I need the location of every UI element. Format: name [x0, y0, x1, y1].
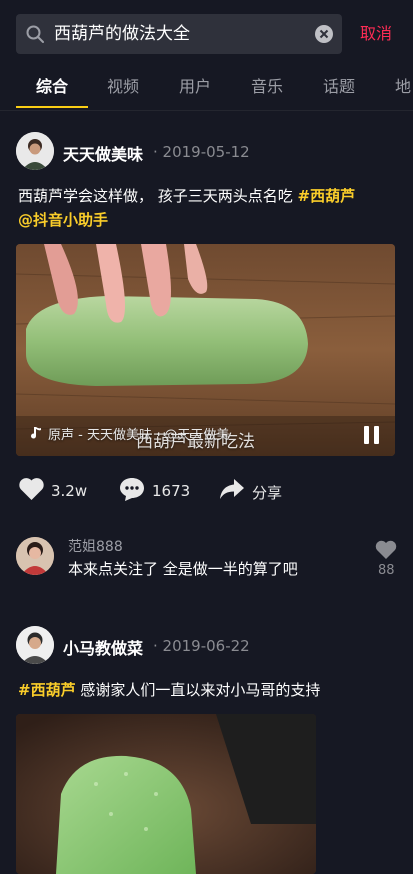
- search-bar[interactable]: 西葫芦的做法大全: [16, 14, 342, 54]
- author-name[interactable]: 小马教做菜: [63, 635, 143, 659]
- cancel-button[interactable]: 取消: [360, 14, 392, 54]
- comment-count: 1673: [152, 482, 191, 500]
- tab-topics[interactable]: 话题: [323, 72, 355, 102]
- hashtag-link[interactable]: #西葫芦: [298, 187, 356, 205]
- author-name[interactable]: 天天做美味: [63, 141, 143, 165]
- author-avatar[interactable]: [16, 626, 54, 664]
- video-frame: [16, 714, 316, 874]
- hashtag-link[interactable]: #西葫芦: [18, 681, 76, 699]
- tab-videos[interactable]: 视频: [107, 72, 139, 102]
- comment-icon[interactable]: [118, 476, 146, 504]
- post-caption: 西葫芦学会这样做， 孩子三天两头点名吃 #西葫芦 @抖音小助手: [18, 184, 396, 232]
- comment-heart-icon[interactable]: [375, 540, 397, 564]
- comment-username[interactable]: 范姐888: [68, 536, 123, 556]
- author-avatar[interactable]: [16, 132, 54, 170]
- commenter-avatar[interactable]: [16, 537, 54, 575]
- tab-comprehensive[interactable]: 综合: [36, 72, 68, 102]
- comment-text: 本来点关注了 全是做一半的算了吧: [68, 560, 298, 578]
- video-watermark: 西葫芦最新吃法: [136, 432, 255, 452]
- post-date: · 2019-05-12: [153, 143, 250, 161]
- caption-text: 西葫芦学会这样做， 孩子三天两头点名吃: [18, 187, 298, 205]
- tab-music[interactable]: 音乐: [251, 72, 283, 102]
- divider: [0, 110, 413, 111]
- music-note-icon: [30, 425, 42, 444]
- heart-icon[interactable]: [18, 476, 45, 504]
- active-tab-indicator: [16, 106, 88, 108]
- post-caption: #西葫芦 感谢家人们一直以来对小马哥的支持: [18, 678, 396, 702]
- tab-locations[interactable]: 地: [395, 72, 411, 102]
- tab-bar: 综合 视频 用户 音乐 话题 地: [0, 72, 413, 108]
- clear-icon[interactable]: [314, 24, 334, 48]
- search-icon: [26, 25, 44, 47]
- video-thumbnail[interactable]: [16, 714, 316, 874]
- share-icon[interactable]: [218, 476, 246, 504]
- like-count: 3.2w: [51, 482, 88, 500]
- search-input[interactable]: 西葫芦的做法大全: [54, 14, 190, 54]
- share-button-label[interactable]: 分享: [252, 482, 282, 503]
- post-date: · 2019-06-22: [153, 637, 250, 655]
- comment-like-count: 88: [378, 563, 395, 578]
- pause-icon[interactable]: [362, 424, 382, 450]
- caption-text: 感谢家人们一直以来对小马哥的支持: [75, 681, 321, 699]
- tab-users[interactable]: 用户: [179, 72, 211, 102]
- mention-link[interactable]: @抖音小助手: [18, 211, 108, 229]
